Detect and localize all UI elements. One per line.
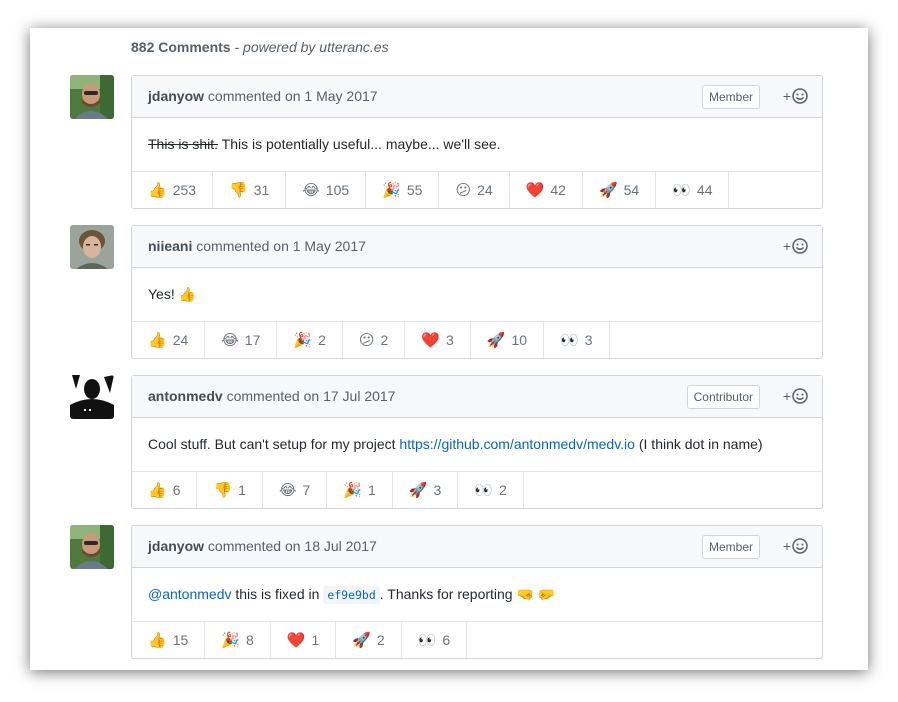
reaction-hooray[interactable]: 🎉 8 (205, 622, 271, 658)
reaction-eyes[interactable]: 👀 44 (656, 172, 730, 208)
comment-date[interactable]: commented on 1 May 2017 (192, 238, 366, 254)
body-text: Yes! 👍 (148, 286, 197, 302)
add-reaction-button[interactable]: + (783, 87, 808, 105)
comment-header: antonmedv commented on 17 Jul 2017 Contr… (132, 376, 822, 418)
comment-card: niieani commented on 1 May 2017 + Yes! 👍… (131, 225, 823, 359)
comment-header: jdanyow commented on 1 May 2017 Member + (132, 76, 822, 118)
reaction-thumbs-up[interactable]: 👍 24 (132, 322, 206, 358)
reaction-rocket[interactable]: 🚀 2 (336, 622, 402, 658)
comment-header: niieani commented on 1 May 2017 + (132, 226, 822, 268)
comment-header: jdanyow commented on 18 Jul 2017 Member … (132, 526, 822, 568)
body-link[interactable]: https://github.com/antonmedv/medv.io (399, 436, 635, 452)
reaction-heart[interactable]: ❤️ 42 (510, 172, 583, 208)
avatar[interactable] (70, 375, 114, 419)
plus-label: + (782, 88, 791, 104)
plus-label: + (782, 238, 791, 254)
reaction-confused[interactable]: 😕 2 (343, 322, 406, 358)
add-reaction-button[interactable]: + (783, 387, 808, 405)
reaction-rocket[interactable]: 🚀 10 (471, 322, 545, 358)
reaction-thumbs-up[interactable]: 👍 253 (132, 172, 214, 208)
author-association-badge: Contributor (686, 385, 760, 409)
powered-by: - powered by utteranc.es (230, 39, 389, 55)
reaction-thumbs-up[interactable]: 👍 6 (132, 472, 198, 508)
reaction-hooray[interactable]: 🎉 2 (277, 322, 343, 358)
author-login[interactable]: niieani (148, 238, 192, 254)
reaction-thumbs-up[interactable]: 👍 15 (132, 622, 206, 658)
plus-label: + (782, 388, 791, 404)
author-association-badge: Member (701, 535, 760, 559)
body-text: Cool stuff. But can't setup for my proje… (148, 436, 400, 452)
body-text-after: . Thanks for reporting 🤜 🤛 (379, 586, 556, 602)
comment-date[interactable]: commented on 18 Jul 2017 (204, 538, 377, 554)
reactions-bar: 👍 15 🎉 8 ❤️ 1 🚀 2 👀 6 (132, 622, 822, 658)
reaction-laugh[interactable]: 😂 105 (286, 172, 367, 208)
reaction-eyes[interactable]: 👀 2 (458, 472, 524, 508)
comment-card: jdanyow commented on 18 Jul 2017 Member … (131, 525, 823, 659)
comments-header: 882 Comments - powered by utteranc.es (131, 39, 389, 55)
smiley-icon (792, 88, 808, 104)
author-login[interactable]: antonmedv (148, 388, 223, 404)
user-mention[interactable]: @antonmedv (148, 586, 231, 602)
reactions-bar: 👍 6 👎 1 😂 7 🎉 1 🚀 3 👀 2 (132, 472, 822, 508)
smiley-icon (792, 538, 808, 554)
add-reaction-button[interactable]: + (783, 237, 808, 255)
smiley-icon (792, 388, 808, 404)
reactions-bar: 👍 24 😂 17 🎉 2 😕 2 ❤️ 3 🚀 10 👀 3 (132, 322, 822, 358)
avatar[interactable] (70, 525, 114, 569)
author-association-badge: Member (701, 85, 760, 109)
plus-label: + (782, 538, 791, 554)
reaction-eyes[interactable]: 👀 3 (544, 322, 610, 358)
reaction-thumbs-down[interactable]: 👎 1 (197, 472, 263, 508)
reaction-heart[interactable]: ❤️ 1 (271, 622, 337, 658)
author-login[interactable]: jdanyow (148, 538, 204, 554)
comment-count: 882 Comments (131, 39, 231, 55)
comment-body: @antonmedv this is fixed in ef9e9bd. Tha… (132, 568, 822, 622)
comment-body: Cool stuff. But can't setup for my proje… (132, 418, 822, 472)
reaction-hooray[interactable]: 🎉 1 (327, 472, 393, 508)
body-text: this is fixed in (231, 586, 324, 602)
comment-date[interactable]: commented on 17 Jul 2017 (223, 388, 396, 404)
smiley-icon (792, 238, 808, 254)
author-login[interactable]: jdanyow (148, 88, 204, 104)
reaction-rocket[interactable]: 🚀 54 (583, 172, 657, 208)
comment-body: Yes! 👍 (132, 268, 822, 322)
reactions-bar: 👍 253 👎 31 😂 105 🎉 55 😕 24 ❤️ 42 🚀 54 👀 44 (132, 172, 822, 208)
comment-date[interactable]: commented on 1 May 2017 (204, 88, 378, 104)
reaction-heart[interactable]: ❤️ 3 (405, 322, 471, 358)
commit-sha[interactable]: ef9e9bd (323, 586, 380, 604)
reaction-hooray[interactable]: 🎉 55 (366, 172, 440, 208)
avatar[interactable] (70, 75, 114, 119)
avatar[interactable] (70, 225, 114, 269)
comments-frame: 882 Comments - powered by utteranc.es jd… (30, 28, 868, 670)
reaction-laugh[interactable]: 😂 17 (205, 322, 278, 358)
body-text: This is potentially useful... maybe... w… (218, 136, 501, 152)
comment-body: This is shit. This is potentially useful… (132, 118, 822, 172)
reaction-eyes[interactable]: 👀 6 (402, 622, 468, 658)
reaction-confused[interactable]: 😕 24 (439, 172, 510, 208)
strikethrough-text: This is shit. (148, 136, 219, 152)
comment-card: antonmedv commented on 17 Jul 2017 Contr… (131, 375, 823, 509)
add-reaction-button[interactable]: + (783, 537, 808, 555)
body-text-after: (I think dot in name) (634, 436, 763, 452)
reaction-rocket[interactable]: 🚀 3 (393, 472, 459, 508)
comment-card: jdanyow commented on 1 May 2017 Member +… (131, 75, 823, 209)
reaction-thumbs-down[interactable]: 👎 31 (213, 172, 287, 208)
reaction-laugh[interactable]: 😂 7 (263, 472, 328, 508)
